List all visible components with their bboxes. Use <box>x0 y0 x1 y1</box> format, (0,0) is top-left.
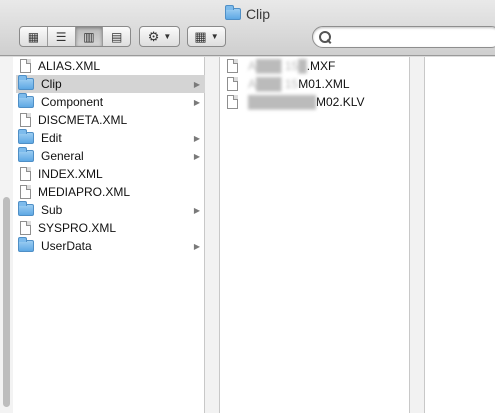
window-title-text: Clip <box>245 6 271 22</box>
list-item[interactable]: ████████M02.KLV <box>227 93 407 111</box>
item-label: UserData <box>41 239 92 253</box>
disclosure-arrow-icon: ▶ <box>193 133 200 143</box>
list-item[interactable]: INDEX.XML <box>16 165 205 183</box>
column-3 <box>424 57 495 413</box>
item-label: Sub <box>41 203 63 217</box>
item-label: ALIAS.XML <box>38 59 101 73</box>
file-icon <box>227 95 238 109</box>
file-icon <box>227 59 238 73</box>
item-label: INDEX.XML <box>38 167 103 181</box>
action-menu-button[interactable]: ⚙ ▼ <box>139 26 180 47</box>
file-icon <box>20 167 31 181</box>
icon-view-icon: ▦ <box>27 29 40 44</box>
toolbar: Clip ▦ ☰ ▥ ▤ ⚙ ▼ ▦ ▼ <box>0 0 495 56</box>
list-item[interactable]: A███ 15█.MXF <box>227 57 407 75</box>
list-view-icon: ☰ <box>55 29 67 44</box>
column-1: ALIAS.XML Clip ▶ Component ▶ DISCMETA.XM… <box>0 57 205 413</box>
search-input[interactable] <box>336 30 486 44</box>
column-divider[interactable] <box>205 57 219 413</box>
list-item[interactable]: DISCMETA.XML <box>16 111 205 129</box>
coverflow-view-icon: ▤ <box>110 29 123 44</box>
chevron-down-icon: ▼ <box>210 32 219 41</box>
item-label: Edit <box>41 131 62 145</box>
scrollbar-thumb[interactable] <box>3 197 10 407</box>
gear-icon: ⚙ <box>147 28 160 44</box>
item-label: Clip <box>41 77 62 91</box>
list-view-button[interactable]: ☰ <box>48 27 76 46</box>
search-icon <box>319 31 331 43</box>
folder-icon <box>224 5 241 20</box>
file-icon <box>227 77 238 91</box>
list-item-selected[interactable]: Clip ▶ <box>16 75 205 93</box>
list-item[interactable]: General ▶ <box>16 147 205 165</box>
file-icon <box>20 221 31 235</box>
view-mode-segmented-control: ▦ ☰ ▥ ▤ <box>19 26 131 47</box>
window-title: Clip <box>0 5 495 23</box>
item-label: Component <box>41 95 104 109</box>
chevron-down-icon: ▼ <box>163 32 172 41</box>
list-item[interactable]: SYSPRO.XML <box>16 219 205 237</box>
item-label: General <box>41 149 84 163</box>
column-view-button[interactable]: ▥ <box>75 27 104 46</box>
list-item[interactable]: MEDIAPRO.XML <box>16 183 205 201</box>
column-browser: ALIAS.XML Clip ▶ Component ▶ DISCMETA.XM… <box>0 57 495 413</box>
item-label: A███ 15█.MXF <box>248 59 336 73</box>
list-item[interactable]: ALIAS.XML <box>16 57 205 75</box>
list-item[interactable]: Sub ▶ <box>16 201 205 219</box>
folder-icon <box>18 75 34 90</box>
search-field[interactable] <box>312 26 495 48</box>
file-icon <box>20 59 31 73</box>
arrange-icon: ▦ <box>194 28 207 44</box>
coverflow-view-button[interactable]: ▤ <box>103 27 130 46</box>
column-divider[interactable] <box>410 57 424 413</box>
list-item[interactable]: Edit ▶ <box>16 129 205 147</box>
column-view-icon: ▥ <box>83 29 95 44</box>
item-label: DISCMETA.XML <box>38 113 128 127</box>
item-label: ████████M02.KLV <box>248 95 365 109</box>
disclosure-arrow-icon: ▶ <box>193 205 200 215</box>
arrange-menu-button[interactable]: ▦ ▼ <box>187 26 226 47</box>
folder-icon <box>18 147 34 162</box>
item-label: A███ 15M01.XML <box>248 77 350 91</box>
icon-view-button[interactable]: ▦ <box>20 27 48 46</box>
folder-icon <box>18 201 34 216</box>
folder-icon <box>18 237 34 252</box>
disclosure-arrow-icon: ▶ <box>193 97 200 107</box>
file-icon <box>20 113 31 127</box>
list-item[interactable]: Component ▶ <box>16 93 205 111</box>
folder-icon <box>18 93 34 108</box>
scrollbar[interactable] <box>0 57 13 413</box>
disclosure-arrow-icon: ▶ <box>193 151 200 161</box>
item-label: SYSPRO.XML <box>38 221 117 235</box>
file-icon <box>20 185 31 199</box>
item-label: MEDIAPRO.XML <box>38 185 131 199</box>
list-item[interactable]: UserData ▶ <box>16 237 205 255</box>
folder-icon <box>18 129 34 144</box>
disclosure-arrow-icon: ▶ <box>193 79 200 89</box>
disclosure-arrow-icon: ▶ <box>193 241 200 251</box>
list-item[interactable]: A███ 15M01.XML <box>227 75 407 93</box>
